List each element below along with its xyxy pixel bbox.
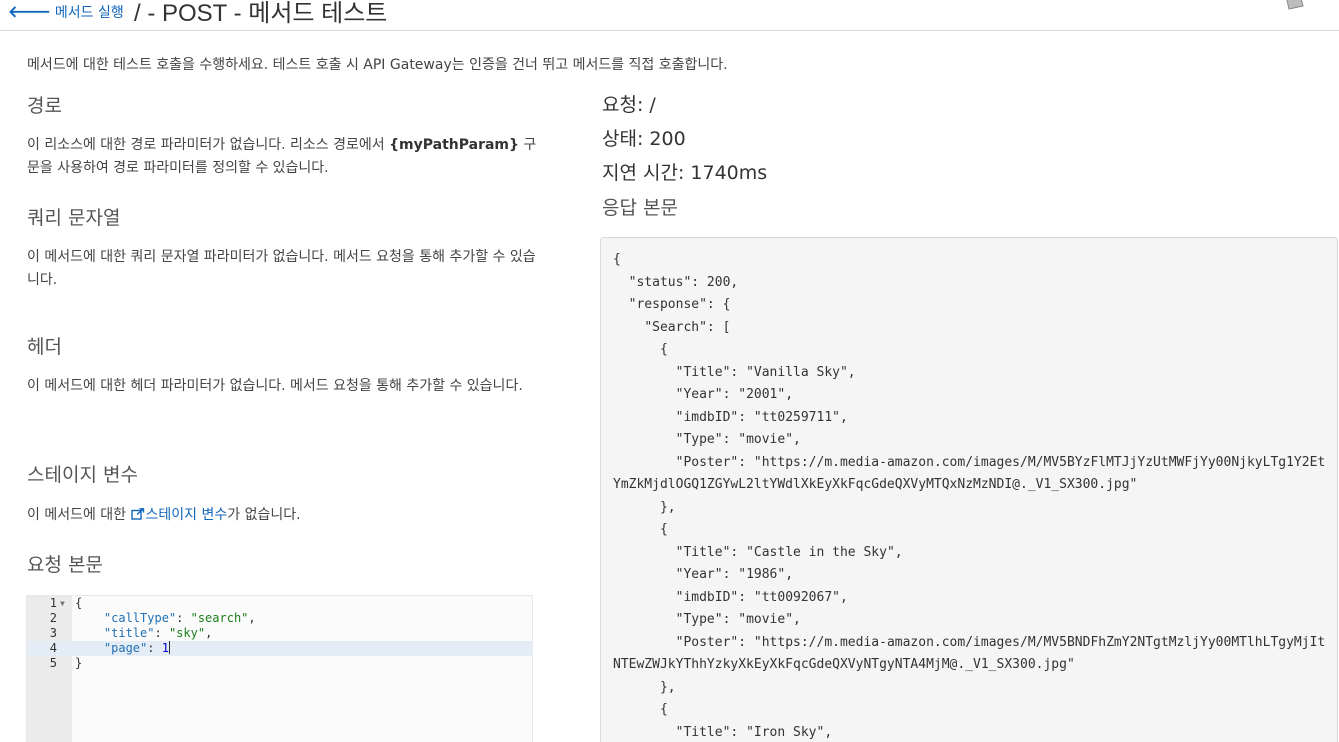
code-text: {	[75, 596, 83, 610]
request-body-heading: 요청 본문	[27, 554, 103, 576]
stage-variables-heading: 스테이지 변수	[27, 464, 138, 486]
line-number: 1	[49, 596, 57, 610]
json-comma: ,	[205, 626, 213, 640]
query-string-heading: 쿼리 문자열	[27, 207, 121, 229]
json-key: "callType"	[103, 611, 177, 625]
stage-variables-link[interactable]: 스테이지 변수	[130, 507, 228, 523]
page-title: / - POST - 메서드 테스트	[134, 0, 388, 27]
request-path-text: 요청: /	[602, 94, 656, 116]
path-text-before: 이 리소스에 대한 경로 파라미터가 없습니다. 리소스 경로에서	[27, 137, 390, 153]
response-body-heading: 응답 본문	[602, 197, 678, 219]
editor-line: 2 "callType": "search",	[27, 611, 533, 626]
editor-line: 5 }	[27, 656, 533, 671]
line-number: 5	[49, 656, 57, 670]
text-cursor	[168, 641, 170, 654]
response-body-panel[interactable]: { "status": 200, "response": { "Search":…	[600, 237, 1338, 742]
stage-variables-link-label: 스테이지 변수	[145, 507, 228, 523]
editor-line: 1 ▼ {	[27, 596, 533, 611]
code-text: }	[75, 656, 83, 670]
stage-variables-description: 이 메서드에 대한 스테이지 변수가 없습니다.	[27, 504, 537, 527]
intro-text: 메서드에 대한 테스트 호출을 수행하세요. 테스트 호출 시 API Gate…	[27, 57, 728, 73]
line-number: 3	[49, 626, 57, 640]
line-number: 4	[49, 641, 57, 655]
line-number: 2	[49, 611, 57, 625]
code-text: "callType": "search",	[103, 611, 256, 625]
json-key: "title"	[103, 626, 155, 640]
headers-heading: 헤더	[27, 336, 62, 358]
status-text: 상태: 200	[602, 128, 686, 150]
json-key: "page"	[103, 641, 148, 655]
book-icon[interactable]	[1283, 0, 1305, 10]
stage-text-after: 가 없습니다.	[227, 507, 301, 523]
stage-text-before: 이 메서드에 대한	[27, 507, 131, 523]
json-comma: ,	[248, 611, 256, 625]
external-link-icon	[130, 508, 144, 520]
path-description: 이 리소스에 대한 경로 파라미터가 없습니다. 리소스 경로에서 {myPat…	[27, 134, 537, 180]
code-text: "page": 1	[103, 641, 170, 655]
json-string-value: "search"	[190, 611, 249, 625]
query-string-description: 이 메서드에 대한 쿼리 문자열 파라미터가 없습니다. 메서드 요청을 통해 …	[27, 249, 536, 288]
back-link-label: 메서드 실행	[54, 5, 124, 21]
back-to-method-execution-link[interactable]: 🡐 메서드 실행	[8, 2, 124, 22]
response-body-json: { "status": 200, "response": { "Search":…	[613, 252, 1326, 740]
headers-description: 이 메서드에 대한 헤더 파라미터가 없습니다. 메서드 요청을 통해 추가할 …	[27, 378, 523, 394]
request-body-editor[interactable]: 1 ▼ { 2 "callType": "search", 3 "title":…	[26, 595, 533, 742]
fold-arrow-icon[interactable]: ▼	[60, 596, 65, 611]
top-bar: 🡐 메서드 실행 / - POST - 메서드 테스트	[0, 0, 1339, 31]
editor-line-active: 4 "page": 1	[27, 641, 533, 656]
latency-text: 지연 시간: 1740ms	[602, 162, 768, 184]
path-heading: 경로	[27, 95, 62, 117]
code-text: "title": "sky",	[103, 626, 213, 640]
arrow-left-icon: 🡐	[8, 2, 51, 21]
json-string-value: "sky"	[168, 626, 206, 640]
editor-line: 3 "title": "sky",	[27, 626, 533, 641]
json-number-value: 1	[161, 641, 169, 655]
path-param-syntax: {myPathParam}	[389, 137, 519, 153]
